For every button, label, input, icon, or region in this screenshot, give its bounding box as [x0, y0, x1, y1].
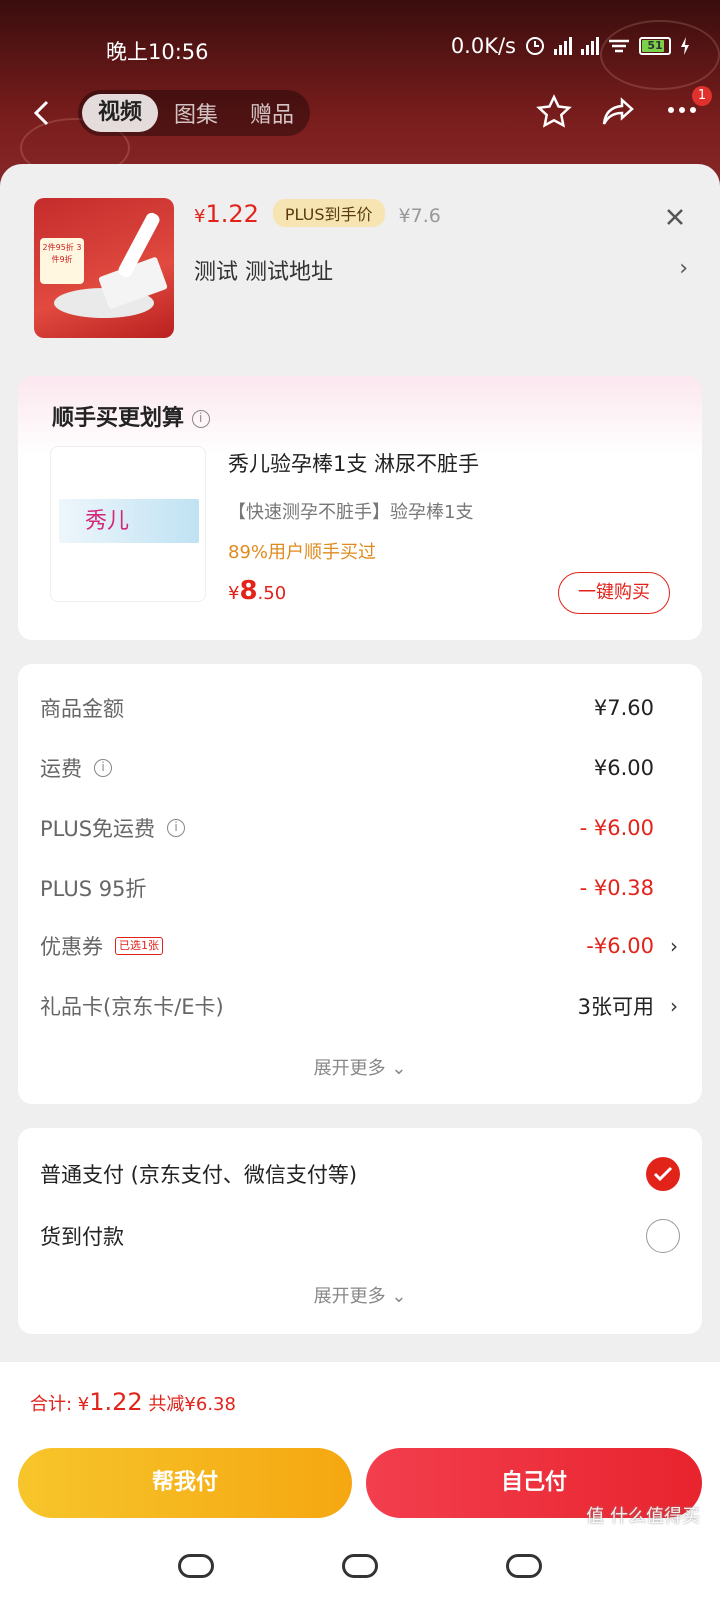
tab-gallery[interactable]: 图集	[158, 97, 234, 129]
back-icon[interactable]	[28, 98, 58, 128]
notification-badge: 1	[692, 86, 712, 106]
signal-icon	[581, 37, 599, 55]
chevron-right-icon[interactable]: ›	[679, 256, 688, 281]
wifi-icon	[609, 39, 629, 53]
summary-row-gift-card[interactable]: 礼品卡(京东卡/E卡) 3张可用	[40, 986, 654, 1026]
payment-option-cod[interactable]: 货到付款	[40, 1214, 680, 1258]
summary-row-plus-free-shipping: PLUS免运费 i - ¥6.00	[40, 816, 654, 841]
payment-option-standard[interactable]: 普通支付 (京东支付、微信支付等)	[40, 1152, 680, 1196]
expand-more-payment[interactable]: 展开更多 ⌄	[18, 1282, 702, 1308]
recent-apps-icon[interactable]	[178, 1554, 214, 1578]
share-icon[interactable]	[600, 94, 636, 130]
product-header: 2件95折 3件9折 ¥1.22 PLUS到手价 ¥7.6 测试 测试地址 ›	[34, 198, 694, 338]
close-icon[interactable]	[662, 204, 688, 230]
coupon-selected-tag: 已选1张	[115, 937, 163, 955]
addon-product-image[interactable]: 秀儿	[50, 446, 206, 602]
back-nav-icon[interactable]	[506, 1554, 542, 1578]
home-icon[interactable]	[342, 1554, 378, 1578]
price-summary: 商品金额 ¥7.60 运费 i ¥6.00 PLUS免运费 i - ¥6.00 PLUS …	[18, 664, 702, 1104]
original-price: ¥7.6	[398, 205, 441, 227]
signal-icon	[554, 37, 572, 55]
info-icon[interactable]: i	[167, 819, 186, 837]
addon-title: 顺手买更划算 i	[52, 400, 210, 432]
help-me-pay-button[interactable]: 帮我付	[18, 1448, 352, 1518]
payment-methods: 普通支付 (京东支付、微信支付等) 货到付款 展开更多 ⌄	[18, 1128, 702, 1334]
addon-product-subtitle: 【快速测孕不脏手】验孕棒1支	[228, 502, 474, 523]
order-total: 合计: ¥1.22 共减¥6.38	[30, 1388, 236, 1416]
addon-recommendation: 顺手买更划算 i 秀儿 秀儿验孕棒1支 淋尿不脏手 【快速测孕不脏手】验孕棒1支…	[18, 376, 702, 640]
status-time: 晚上10:56	[106, 40, 209, 64]
more-menu[interactable]: 1	[664, 86, 712, 132]
plus-price-tag: PLUS到手价	[272, 199, 385, 227]
media-tabs: 视频 图集 赠品	[78, 90, 310, 136]
summary-row-goods: 商品金额 ¥7.60	[40, 696, 654, 721]
expand-more-summary[interactable]: 展开更多 ⌄	[18, 1054, 702, 1080]
info-icon[interactable]: i	[94, 759, 112, 777]
system-nav-bar	[0, 1546, 720, 1586]
watermark-text: 值 什么值得买	[586, 1506, 700, 1527]
info-icon[interactable]: i	[191, 410, 210, 428]
summary-row-coupon[interactable]: 优惠券 已选1张 -¥6.00	[40, 926, 654, 966]
tab-video[interactable]: 视频	[82, 94, 158, 132]
radio-unchecked-icon[interactable]	[646, 1219, 680, 1253]
product-price: ¥1.22	[194, 200, 259, 228]
addon-product-name[interactable]: 秀儿验孕棒1支 淋尿不脏手	[228, 448, 479, 478]
chevron-right-icon[interactable]: ›	[670, 994, 678, 1018]
network-speed: 0.0K/s	[450, 34, 516, 58]
chevron-right-icon[interactable]: ›	[670, 934, 678, 958]
addon-purchase-stat: 89%用户顺手买过	[228, 542, 377, 563]
status-bar: 晚上10:56 0.0K/s 51	[0, 30, 720, 66]
delivery-address[interactable]: 测试 测试地址	[194, 254, 333, 286]
product-thumbnail: 2件95折 3件9折	[34, 198, 174, 338]
tab-gift[interactable]: 赠品	[234, 97, 310, 129]
summary-row-plus-discount: PLUS 95折 - ¥0.38	[40, 876, 654, 901]
checkmark-icon[interactable]	[646, 1157, 680, 1191]
promo-tag: 2件95折 3件9折	[40, 238, 84, 284]
addon-price: ¥8.50	[228, 576, 287, 606]
alarm-icon	[526, 37, 544, 55]
checkout-footer: 合计: ¥1.22 共减¥6.38 帮我付 自己付 值 什么值得买	[0, 1362, 720, 1600]
star-icon[interactable]	[536, 94, 572, 130]
top-nav: 视频 图集 赠品 1	[0, 86, 720, 138]
one-click-buy-button[interactable]: 一键购买	[558, 572, 670, 614]
charging-icon	[681, 37, 689, 55]
summary-row-shipping: 运费 i ¥6.00	[40, 756, 654, 781]
battery-icon: 51	[639, 37, 671, 55]
